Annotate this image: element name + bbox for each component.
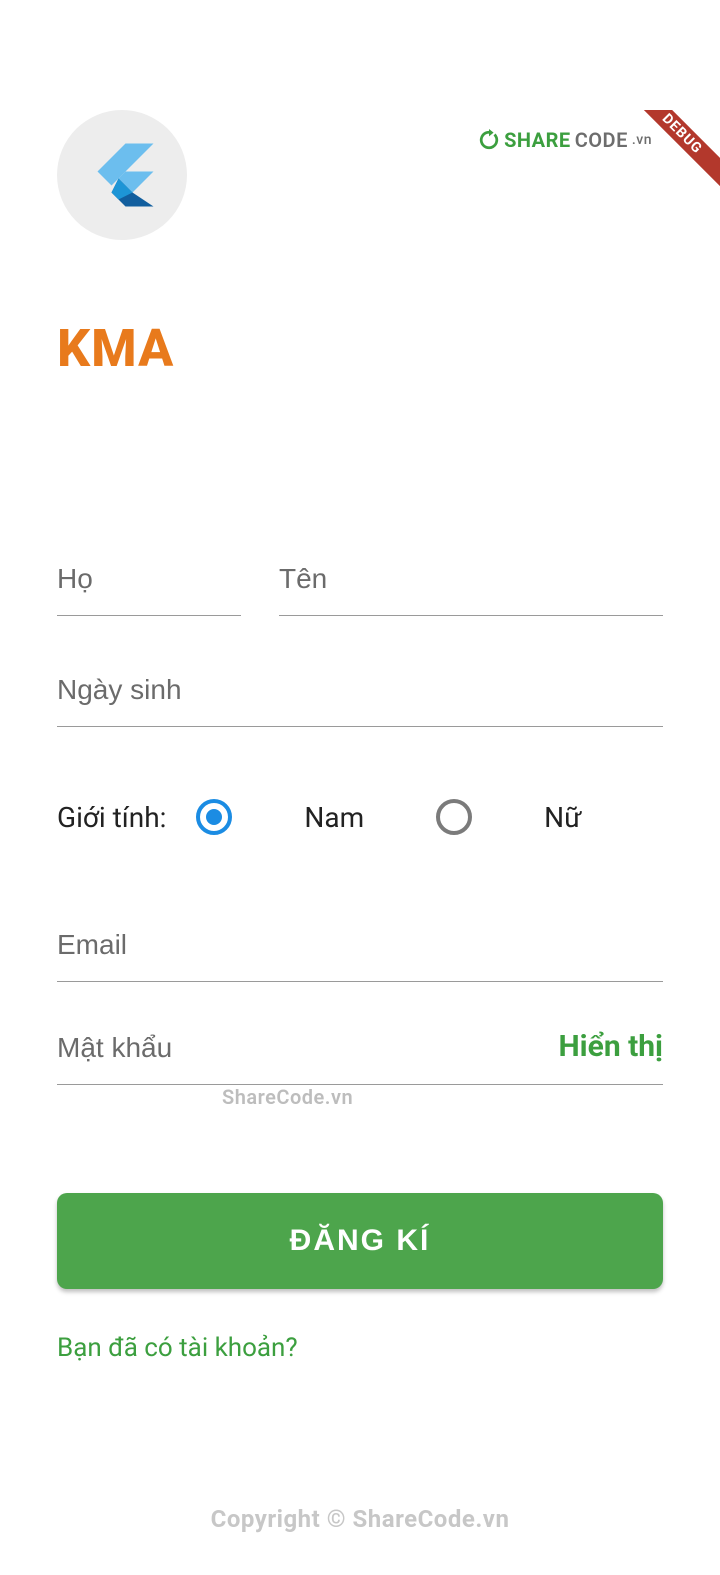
last-name-input[interactable]: [57, 547, 241, 616]
sharecode-watermark-center: ShareCode.vn: [222, 1085, 353, 1109]
gender-radio-male[interactable]: [196, 799, 232, 835]
gender-row: Giới tính: Nam Nữ: [57, 799, 663, 835]
app-logo: [57, 110, 187, 240]
app-title: KMA: [57, 318, 663, 379]
gender-female-label: Nữ: [544, 801, 581, 834]
first-name-field-wrapper: [279, 539, 663, 616]
last-name-field-wrapper: [57, 539, 241, 616]
flutter-icon: [87, 140, 157, 210]
watermark-vn: .vn: [632, 132, 652, 148]
watermark-code: CODE: [575, 128, 628, 152]
sharecode-swirl-icon: [478, 129, 500, 151]
dob-input[interactable]: [57, 658, 663, 727]
email-field-wrapper: [57, 905, 663, 982]
dob-field-wrapper: [57, 650, 663, 727]
gender-male-label: Nam: [304, 801, 364, 834]
register-button[interactable]: ĐĂNG KÍ: [57, 1193, 663, 1289]
password-field-wrapper: Hiển thị: [57, 1016, 663, 1085]
sharecode-watermark-top: SHARECODE.vn: [478, 128, 652, 152]
gender-label: Giới tính:: [57, 801, 166, 834]
password-input[interactable]: [57, 1016, 543, 1064]
gender-radio-female[interactable]: [436, 799, 472, 835]
watermark-share: SHARE: [504, 128, 571, 152]
email-input[interactable]: [57, 913, 663, 982]
sharecode-watermark-footer: Copyright © ShareCode.vn: [0, 1505, 720, 1533]
already-have-account-link[interactable]: Bạn đã có tài khoản?: [57, 1333, 298, 1363]
signup-form: Giới tính: Nam Nữ Hiển thị ĐĂNG KÍ Bạn đ…: [57, 539, 663, 1363]
show-password-toggle[interactable]: Hiển thị: [543, 1029, 664, 1064]
first-name-input[interactable]: [279, 547, 663, 616]
